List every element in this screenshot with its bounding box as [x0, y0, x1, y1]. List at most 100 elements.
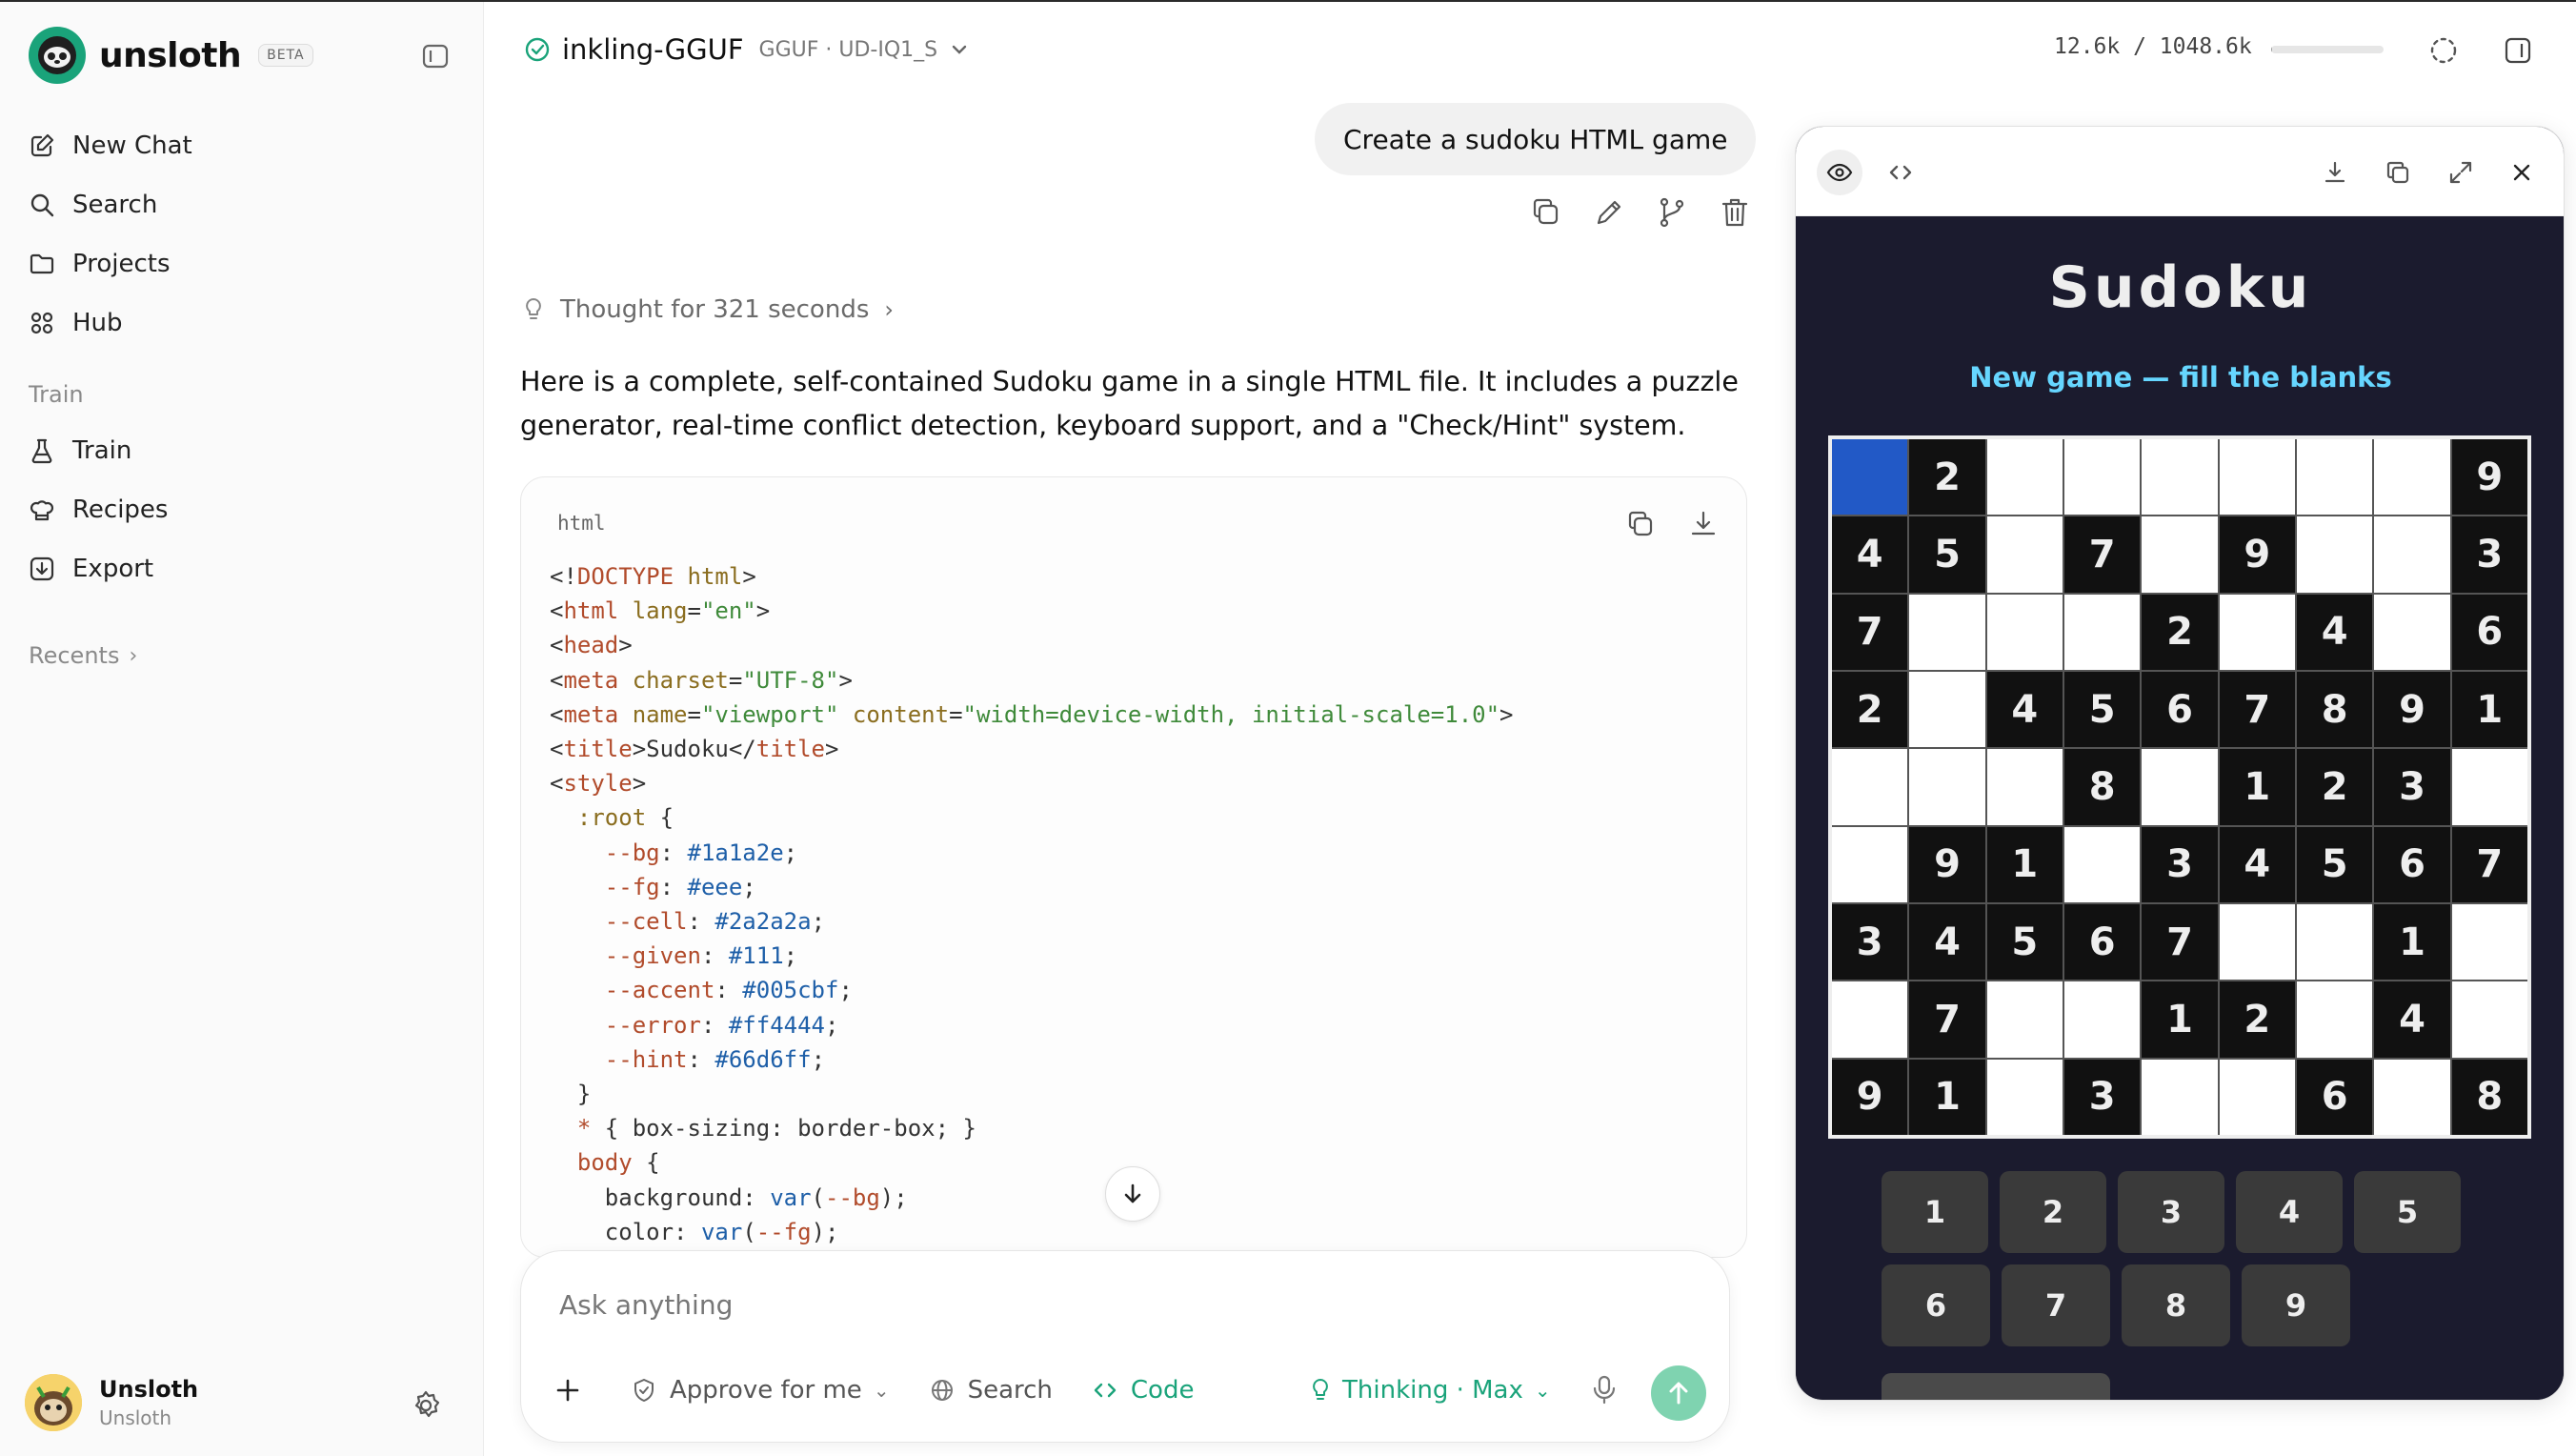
sudoku-cell[interactable]: 9 — [2451, 439, 2527, 516]
recents-toggle[interactable]: Recents › — [29, 637, 457, 675]
sudoku-cell[interactable]: 9 — [2219, 516, 2295, 593]
keypad-button-7[interactable]: 7 — [2002, 1264, 2110, 1346]
sudoku-cell[interactable]: 5 — [1986, 904, 2063, 981]
sudoku-cell[interactable]: 5 — [2297, 826, 2373, 902]
sudoku-cell[interactable] — [1832, 439, 1908, 516]
copy-icon[interactable] — [1624, 508, 1657, 540]
sudoku-cell[interactable]: 5 — [2064, 672, 2141, 748]
message-input[interactable]: Ask anything — [559, 1289, 733, 1321]
sudoku-cell[interactable] — [2064, 981, 2141, 1058]
sudoku-cell[interactable] — [2297, 981, 2373, 1058]
sudoku-cell[interactable] — [2374, 516, 2450, 593]
sudoku-cell[interactable]: 4 — [1909, 904, 1985, 981]
code-tab-button[interactable] — [1878, 150, 1923, 195]
sudoku-cell[interactable]: 2 — [1832, 672, 1908, 748]
search-toggle[interactable]: Search — [930, 1376, 1053, 1405]
sudoku-cell[interactable]: 6 — [2064, 904, 2141, 981]
sudoku-cell[interactable] — [2451, 749, 2527, 825]
sidebar-toggle-icon[interactable] — [419, 40, 452, 72]
sudoku-cell[interactable]: 7 — [2064, 516, 2141, 593]
keypad-button-9[interactable]: 9 — [2242, 1264, 2350, 1346]
thinking-dropdown[interactable]: Thinking · Max ⌄ — [1308, 1369, 1551, 1411]
sidebar-item-search[interactable]: Search — [29, 175, 457, 234]
sidebar-item-new-chat[interactable]: New Chat — [29, 116, 457, 175]
sudoku-cell[interactable] — [2064, 594, 2141, 670]
download-icon[interactable] — [1687, 508, 1720, 540]
download-button[interactable] — [2312, 150, 2358, 195]
gear-icon[interactable] — [410, 1389, 442, 1422]
sudoku-cell[interactable]: 3 — [2142, 826, 2218, 902]
attach-button[interactable] — [555, 1378, 594, 1403]
sidebar-item-recipes[interactable]: Recipes — [29, 480, 457, 539]
sudoku-cell[interactable]: 6 — [2142, 672, 2218, 748]
sudoku-cell[interactable]: 1 — [2374, 904, 2450, 981]
sudoku-cell[interactable]: 1 — [1909, 1059, 1985, 1135]
copy-button[interactable] — [2375, 150, 2421, 195]
sudoku-cell[interactable] — [1909, 672, 1985, 748]
sudoku-cell[interactable]: 5 — [1909, 516, 1985, 593]
sudoku-cell[interactable] — [2451, 981, 2527, 1058]
microphone-icon[interactable] — [1588, 1373, 1620, 1405]
branch-icon[interactable] — [1654, 194, 1690, 231]
sudoku-cell[interactable] — [2142, 516, 2218, 593]
sudoku-cell[interactable] — [2297, 439, 2373, 516]
sudoku-cell[interactable] — [2374, 439, 2450, 516]
sudoku-cell[interactable]: 2 — [2142, 594, 2218, 670]
sudoku-cell[interactable]: 8 — [2451, 1059, 2527, 1135]
expand-button[interactable] — [2438, 150, 2484, 195]
sudoku-cell[interactable]: 4 — [2374, 981, 2450, 1058]
sudoku-cell[interactable]: 3 — [2374, 749, 2450, 825]
sudoku-cell[interactable]: 8 — [2297, 672, 2373, 748]
sudoku-cell[interactable]: 1 — [2142, 981, 2218, 1058]
sudoku-cell[interactable] — [1909, 594, 1985, 670]
model-selector[interactable]: inkling-GGUF GGUF · UD-IQ1_S — [524, 30, 970, 69]
send-button[interactable] — [1651, 1365, 1706, 1421]
keypad-button-2[interactable]: 2 — [2000, 1171, 2106, 1253]
keypad-button-6[interactable]: 6 — [1882, 1264, 1990, 1346]
sudoku-cell[interactable] — [2374, 594, 2450, 670]
sudoku-cell[interactable]: 2 — [1909, 439, 1985, 516]
sudoku-cell[interactable] — [2219, 439, 2295, 516]
sudoku-cell[interactable] — [1986, 749, 2063, 825]
sudoku-cell[interactable]: 4 — [1832, 516, 1908, 593]
sudoku-cell[interactable] — [2219, 1059, 2295, 1135]
sidebar-item-export[interactable]: Export — [29, 539, 457, 598]
user-profile[interactable]: Unsloth Unsloth — [25, 1374, 198, 1431]
sudoku-cell[interactable]: 6 — [2297, 1059, 2373, 1135]
scroll-down-button[interactable] — [1105, 1166, 1160, 1222]
sudoku-cell[interactable]: 9 — [2374, 672, 2450, 748]
sudoku-cell[interactable]: 3 — [2064, 1059, 2141, 1135]
preview-tab-button[interactable] — [1817, 150, 1862, 195]
brand[interactable]: unsloth BETA — [29, 27, 313, 84]
sudoku-cell[interactable] — [2451, 904, 2527, 981]
code-toggle[interactable]: Code — [1093, 1376, 1194, 1405]
loading-circle-icon[interactable] — [2427, 34, 2460, 67]
sudoku-cell[interactable] — [2219, 594, 2295, 670]
pencil-icon[interactable] — [1591, 194, 1627, 231]
approve-dropdown[interactable]: Approve for me ⌄ — [632, 1376, 890, 1405]
sidebar-item-hub[interactable]: Hub — [29, 293, 457, 353]
sudoku-cell[interactable] — [2297, 516, 2373, 593]
thought-toggle[interactable]: Thought for 321 seconds › — [520, 295, 894, 324]
sudoku-cell[interactable] — [2142, 439, 2218, 516]
sudoku-cell[interactable]: 2 — [2219, 981, 2295, 1058]
sudoku-cell[interactable] — [1986, 439, 2063, 516]
sudoku-cell[interactable]: 8 — [2064, 749, 2141, 825]
sudoku-cell[interactable] — [2064, 826, 2141, 902]
sidebar-item-projects[interactable]: Projects — [29, 234, 457, 293]
sudoku-cell[interactable] — [1909, 749, 1985, 825]
close-button[interactable] — [2499, 150, 2545, 195]
sudoku-cell[interactable]: 1 — [2219, 749, 2295, 825]
sudoku-cell[interactable]: 2 — [2297, 749, 2373, 825]
sudoku-cell[interactable] — [1986, 981, 2063, 1058]
sidebar-item-train[interactable]: Train — [29, 421, 457, 480]
sudoku-cell[interactable] — [2297, 904, 2373, 981]
sudoku-cell[interactable]: 7 — [1909, 981, 1985, 1058]
sudoku-cell[interactable] — [1986, 594, 2063, 670]
sudoku-cell[interactable]: 9 — [1832, 1059, 1908, 1135]
keypad-button-4[interactable]: 4 — [2236, 1171, 2343, 1253]
keypad-button-5[interactable]: 5 — [2354, 1171, 2461, 1253]
sudoku-cell[interactable] — [2142, 749, 2218, 825]
keypad-button-1[interactable]: 1 — [1882, 1171, 1988, 1253]
sudoku-cell[interactable] — [1832, 826, 1908, 902]
